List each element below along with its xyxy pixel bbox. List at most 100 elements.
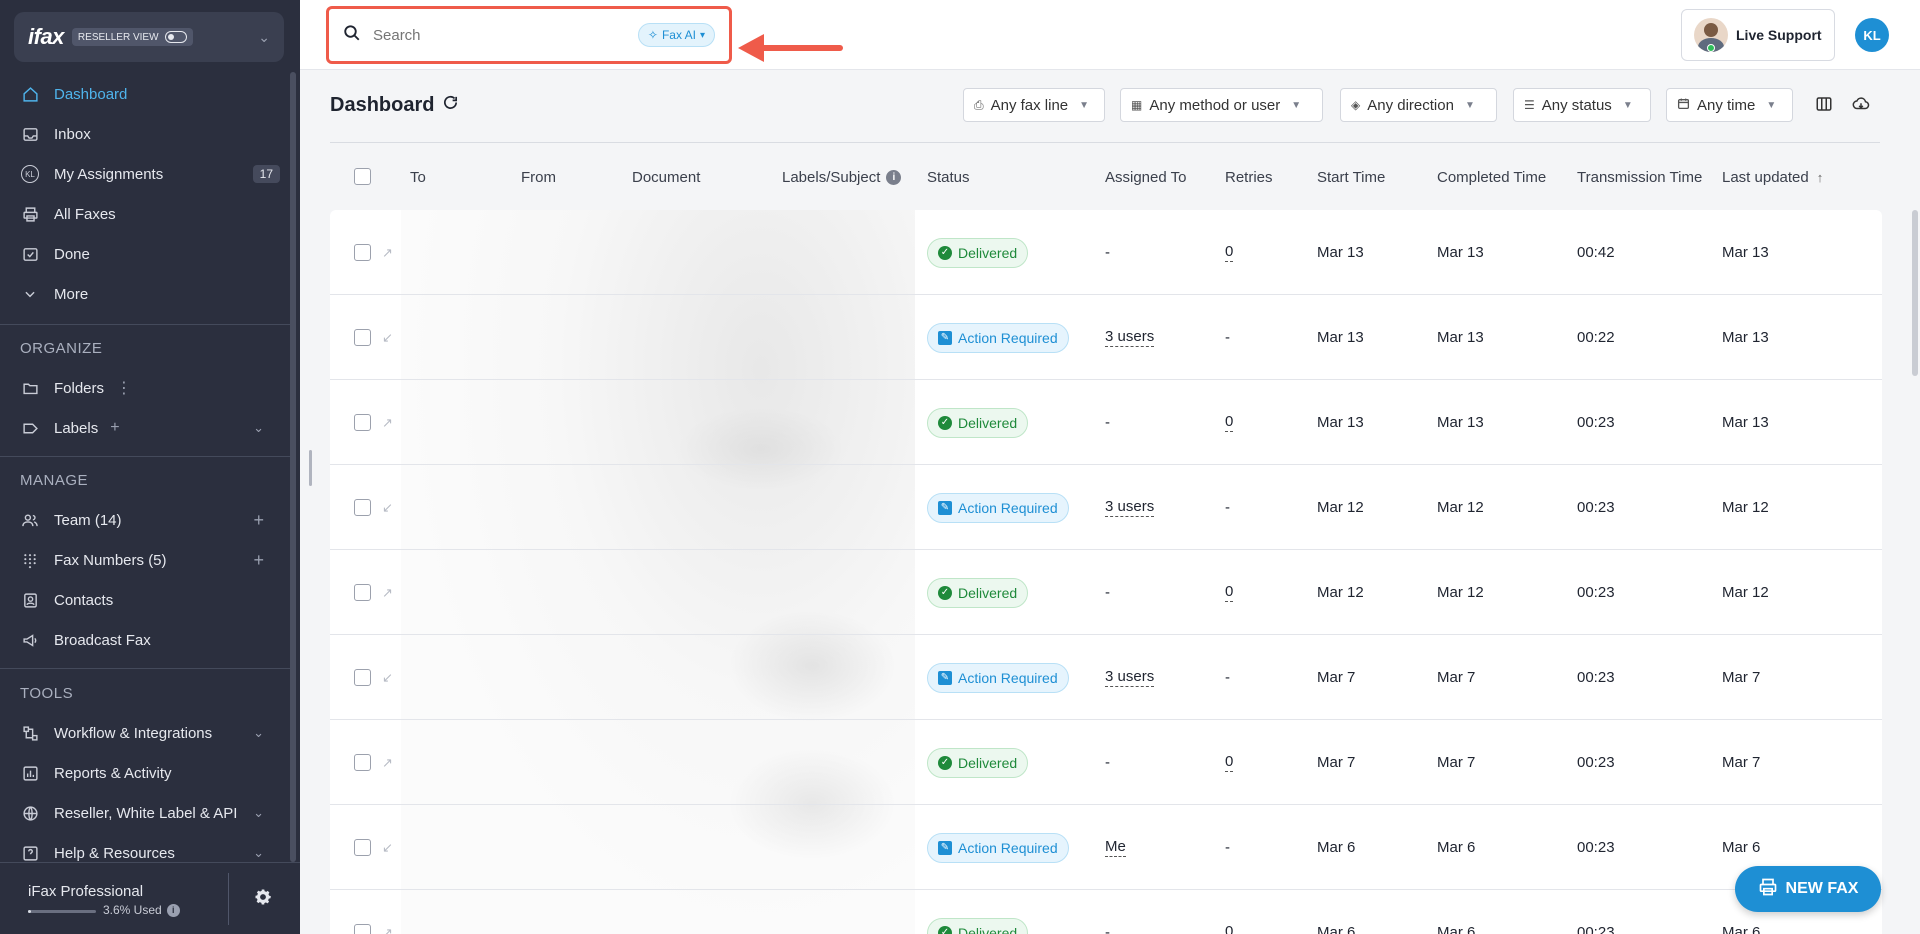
- columns-icon[interactable]: [1815, 95, 1833, 118]
- user-avatar[interactable]: KL: [1855, 18, 1889, 52]
- assigned-cell[interactable]: -: [1105, 550, 1110, 635]
- filter-fax-line[interactable]: ⎙ Any fax line ▼: [963, 88, 1105, 122]
- filter-direction[interactable]: ◈ Any direction ▼: [1340, 88, 1497, 122]
- filter-time[interactable]: Any time ▼: [1666, 88, 1793, 122]
- column-header-completed[interactable]: Completed Time: [1437, 169, 1546, 186]
- status-badge[interactable]: ✎ Action Required: [927, 662, 1069, 693]
- chevron-down-icon[interactable]: ⌄: [253, 845, 264, 861]
- sidebar-item-reseller[interactable]: Reseller, White Label & API ⌄: [0, 794, 290, 832]
- table-row[interactable]: ↗ ✓ Delivered - 0 Mar 12 Mar 12 00:23 Mar 12: [330, 550, 1882, 635]
- row-checkbox[interactable]: [354, 720, 371, 805]
- row-checkbox[interactable]: [354, 465, 371, 550]
- assigned-cell[interactable]: Me: [1105, 805, 1126, 890]
- retries-cell[interactable]: 0: [1225, 210, 1234, 295]
- assigned-cell[interactable]: -: [1105, 380, 1110, 465]
- sidebar-item-broadcast-fax[interactable]: Broadcast Fax: [0, 621, 290, 659]
- retries-cell[interactable]: -: [1225, 295, 1230, 380]
- column-header-updated[interactable]: Last updated ↑: [1722, 169, 1823, 186]
- sidebar-scrollbar[interactable]: [290, 72, 296, 862]
- column-header-transmission[interactable]: Transmission Time: [1577, 169, 1702, 186]
- table-row[interactable]: ↙ ✎ Action Required 3 users - Mar 7 Mar 7 00:23…: [330, 635, 1882, 720]
- status-badge[interactable]: ✓ Delivered: [927, 407, 1029, 438]
- sidebar-item-my-assignments[interactable]: KL My Assignments 17: [0, 155, 290, 193]
- assigned-cell[interactable]: -: [1105, 210, 1110, 295]
- table-row[interactable]: ↗ ✓ Delivered - 0 Mar 7 Mar 7 00:23 Mar 7: [330, 720, 1882, 805]
- column-header-start[interactable]: Start Time: [1317, 169, 1385, 186]
- assigned-cell[interactable]: 3 users: [1105, 295, 1155, 380]
- chevron-down-icon[interactable]: ⌄: [253, 725, 264, 741]
- filter-method-user[interactable]: ▦ Any method or user ▼: [1120, 88, 1323, 122]
- account-switcher[interactable]: ifax RESELLER VIEW ⌄: [14, 12, 284, 62]
- sidebar-item-inbox[interactable]: Inbox: [0, 115, 290, 153]
- row-checkbox[interactable]: [354, 890, 371, 934]
- sidebar-item-contacts[interactable]: Contacts: [0, 581, 290, 619]
- sidebar-item-fax-numbers[interactable]: Fax Numbers (5) +: [0, 541, 290, 579]
- toggle-switch[interactable]: [164, 31, 187, 43]
- retries-cell[interactable]: -: [1225, 635, 1230, 720]
- chevron-down-icon[interactable]: ⌄: [253, 805, 264, 821]
- sidebar-item-dashboard[interactable]: Dashboard: [0, 75, 290, 113]
- assigned-cell[interactable]: 3 users: [1105, 465, 1155, 550]
- assigned-cell[interactable]: -: [1105, 890, 1110, 934]
- chevron-down-icon[interactable]: ⌄: [253, 420, 264, 436]
- assigned-cell[interactable]: 3 users: [1105, 635, 1155, 720]
- column-header-assigned[interactable]: Assigned To: [1105, 169, 1186, 186]
- retries-cell[interactable]: 0: [1225, 380, 1234, 465]
- sidebar-item-labels[interactable]: Labels + ⌄: [0, 409, 290, 447]
- row-checkbox[interactable]: [354, 380, 371, 465]
- status-badge[interactable]: ✓ Delivered: [927, 577, 1029, 608]
- main-scrollbar[interactable]: [1912, 210, 1918, 376]
- status-badge[interactable]: ✓ Delivered: [927, 917, 1029, 934]
- retries-cell[interactable]: -: [1225, 805, 1230, 890]
- column-header-from[interactable]: From: [521, 169, 556, 186]
- row-checkbox[interactable]: [354, 550, 371, 635]
- reseller-view-toggle[interactable]: RESELLER VIEW: [71, 28, 193, 46]
- column-header-to[interactable]: To: [410, 169, 426, 186]
- chevron-down-icon[interactable]: ⌄: [258, 29, 270, 46]
- fax-ai-button[interactable]: ✧ Fax AI ▾: [637, 23, 715, 47]
- table-row[interactable]: ↗ ✓ Delivered -0 Mar 6 Mar 6 00:23 Mar 6: [330, 890, 1882, 934]
- refresh-icon[interactable]: [442, 94, 459, 117]
- sidebar-item-team[interactable]: Team (14) +: [0, 501, 290, 539]
- row-checkbox[interactable]: [354, 295, 371, 380]
- table-row[interactable]: ↙ ✎ Action Required 3 users - Mar 13 Mar 13 00:…: [330, 295, 1882, 380]
- info-icon[interactable]: i: [166, 903, 180, 917]
- sidebar-item-folders[interactable]: Folders ⋮: [0, 369, 290, 407]
- sidebar-resize-handle[interactable]: [309, 450, 312, 486]
- column-header-status[interactable]: Status: [927, 169, 970, 186]
- retries-cell[interactable]: -: [1225, 465, 1230, 550]
- select-all-checkbox[interactable]: [354, 168, 371, 185]
- sidebar-item-more[interactable]: More: [0, 275, 290, 313]
- search-input[interactable]: [373, 26, 638, 44]
- sidebar-item-all-faxes[interactable]: All Faxes: [0, 195, 290, 233]
- plus-icon[interactable]: +: [253, 550, 264, 571]
- table-row[interactable]: ↗ ✓ Delivered - 0 Mar 13 Mar 13 00:42 Mar 13: [330, 210, 1882, 295]
- row-checkbox[interactable]: [354, 210, 371, 295]
- sidebar-item-reports[interactable]: Reports & Activity: [0, 754, 290, 792]
- status-badge[interactable]: ✎ Action Required: [927, 492, 1069, 523]
- search-bar[interactable]: ✧ Fax AI ▾: [326, 6, 732, 64]
- gear-icon[interactable]: [253, 887, 273, 912]
- plus-icon[interactable]: +: [253, 510, 264, 531]
- status-badge[interactable]: ✎ Action Required: [927, 322, 1069, 353]
- table-row[interactable]: ↙ ✎ Action Required 3 users - Mar 12 Mar 12 00:…: [330, 465, 1882, 550]
- status-badge[interactable]: ✓ Delivered: [927, 747, 1029, 778]
- status-badge[interactable]: ✓ Delivered: [927, 237, 1029, 268]
- status-badge[interactable]: ✎ Action Required: [927, 832, 1069, 863]
- info-icon[interactable]: i: [886, 170, 902, 185]
- row-checkbox[interactable]: [354, 805, 371, 890]
- sidebar-item-workflow[interactable]: Workflow & Integrations ⌄: [0, 714, 290, 752]
- column-header-labels[interactable]: Labels/Subject i: [782, 169, 902, 186]
- more-vertical-icon[interactable]: ⋮: [116, 378, 132, 398]
- assigned-cell[interactable]: -: [1105, 720, 1110, 805]
- cloud-download-icon[interactable]: [1851, 95, 1871, 118]
- table-row[interactable]: ↙ ✎ Action Required Me - Mar 6 Mar 6 00:23 Mar 6: [330, 805, 1882, 890]
- filter-status[interactable]: ☰ Any status ▼: [1513, 88, 1651, 122]
- retries-cell[interactable]: 0: [1225, 550, 1234, 635]
- row-checkbox[interactable]: [354, 635, 371, 720]
- sidebar-item-done[interactable]: Done: [0, 235, 290, 273]
- plus-icon[interactable]: +: [110, 419, 119, 437]
- new-fax-button[interactable]: NEW FAX: [1735, 866, 1881, 912]
- table-row[interactable]: ↗ ✓ Delivered - 0 Mar 13 Mar 13 00:23 Mar 13: [330, 380, 1882, 465]
- live-support-button[interactable]: Live Support: [1681, 9, 1835, 61]
